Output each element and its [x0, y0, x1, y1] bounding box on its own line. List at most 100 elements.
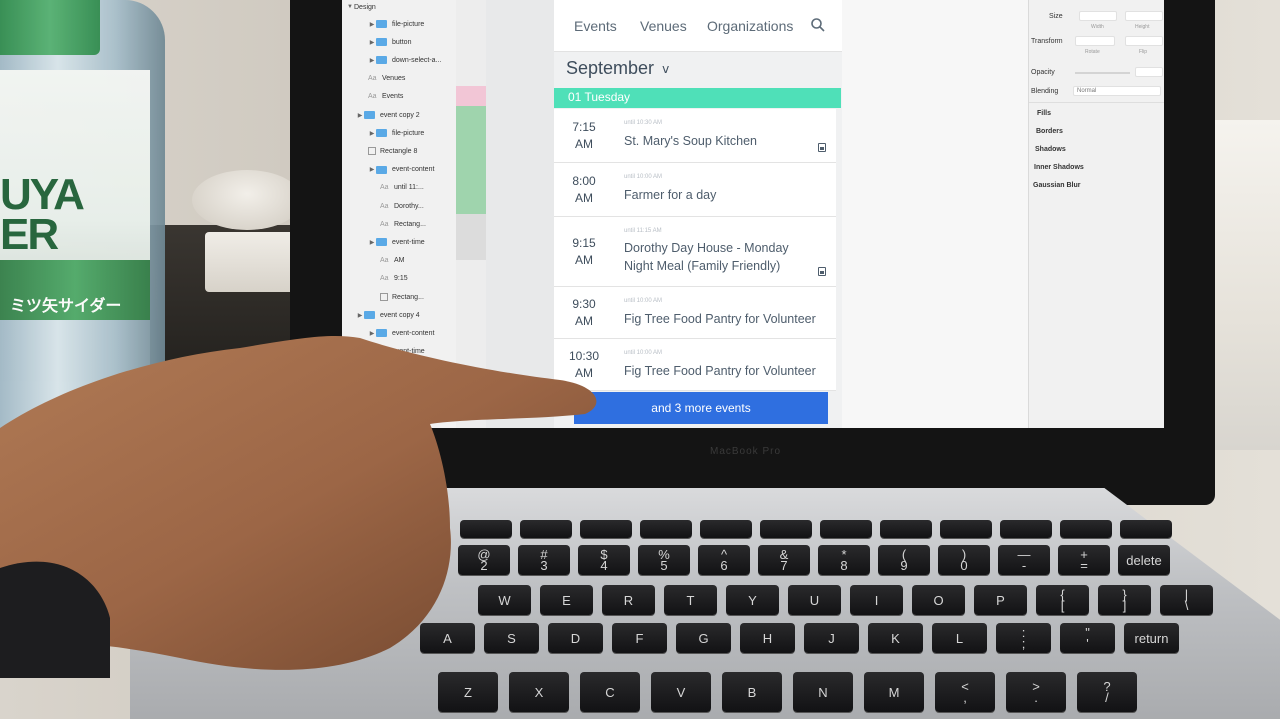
keyboard-key[interactable]: I	[850, 585, 903, 615]
keyboard-key[interactable]	[520, 520, 572, 538]
layer-row[interactable]: ▶ event-content	[368, 163, 434, 177]
keyboard-key[interactable]	[940, 520, 992, 538]
rotate-field[interactable]	[1075, 36, 1115, 46]
keyboard-key[interactable]: W	[478, 585, 531, 615]
keyboard-key[interactable]: O	[912, 585, 965, 615]
keyboard-key[interactable]	[820, 520, 872, 538]
opacity-field[interactable]	[1135, 67, 1163, 77]
keyboard-key[interactable]: — -	[998, 545, 1050, 575]
keyboard-key[interactable]: R	[602, 585, 655, 615]
inspector-section[interactable]: Gaussian Blur	[1033, 182, 1080, 189]
keyboard-key[interactable]	[460, 520, 512, 538]
layer-row[interactable]: ▶ event copy 2	[356, 108, 420, 122]
inspector-section[interactable]: Fills	[1037, 110, 1051, 117]
layer-row[interactable]: ▶ event-time	[368, 345, 425, 359]
disclosure-icon[interactable]: ▶	[368, 348, 376, 355]
month-selector[interactable]: September v	[566, 58, 669, 79]
layer-row[interactable]: ▶ button	[368, 35, 411, 49]
event-card[interactable]: 8:00 AM until 10:00 AM Farmer for a day	[554, 163, 836, 217]
layer-row[interactable]: ▶ file-picture	[368, 126, 424, 140]
disclosure-icon[interactable]: ▶	[368, 130, 376, 137]
inspector-section[interactable]: Borders	[1036, 128, 1063, 135]
keyboard-key[interactable]	[1060, 520, 1112, 538]
keyboard-key[interactable]: Y	[726, 585, 779, 615]
layer-root[interactable]: ▼ Design	[346, 0, 376, 14]
keyboard-key[interactable]	[1000, 520, 1052, 538]
keyboard-key[interactable]: % 5	[638, 545, 690, 575]
disclosure-icon[interactable]: ▶	[368, 239, 376, 246]
event-card[interactable]: 9:15 AM until 11:15 AM Dorothy Day House - …	[554, 217, 836, 287]
layer-row[interactable]: Aa until 11:...	[380, 181, 424, 195]
keyboard-key[interactable]: E	[540, 585, 593, 615]
keyboard-key[interactable]: ( 9	[878, 545, 930, 575]
keyboard-key[interactable]: > .	[1006, 672, 1066, 712]
keyboard-key[interactable]	[760, 520, 812, 538]
layer-row[interactable]: ▶ event-content	[368, 326, 434, 340]
layer-row[interactable]: ▶ event copy 4	[356, 308, 420, 322]
keyboard-key[interactable]: return	[1124, 623, 1179, 653]
keyboard-key[interactable]: F	[612, 623, 667, 653]
layer-row[interactable]: Aa Dorothy...	[380, 199, 424, 213]
disclosure-icon[interactable]: ▶	[368, 330, 376, 337]
keyboard-key[interactable]	[1120, 520, 1172, 538]
keyboard-key[interactable]: ^ 6	[698, 545, 750, 575]
keyboard-key[interactable]: { [	[1036, 585, 1089, 615]
keyboard-key[interactable]: @ 2	[458, 545, 510, 575]
keyboard-key[interactable]: B	[722, 672, 782, 712]
inspector-section[interactable]: Shadows	[1035, 146, 1066, 153]
keyboard-key[interactable]: | \	[1160, 585, 1213, 615]
keyboard-key[interactable]: * 8	[818, 545, 870, 575]
blending-select[interactable]: Normal	[1073, 86, 1161, 96]
nav-organizations[interactable]: Organizations	[707, 18, 793, 34]
keyboard-key[interactable]: + =	[1058, 545, 1110, 575]
keyboard-key[interactable]: Z	[438, 672, 498, 712]
keyboard-key[interactable]: S	[484, 623, 539, 653]
keyboard-key[interactable]: $ 4	[578, 545, 630, 575]
inspector-section[interactable]: Inner Shadows	[1034, 164, 1084, 171]
nav-venues[interactable]: Venues	[640, 18, 687, 34]
keyboard-key[interactable]: H	[740, 623, 795, 653]
layer-row[interactable]: ▶ file-picture	[368, 17, 424, 31]
keyboard-key[interactable]: D	[548, 623, 603, 653]
layer-row[interactable]: Rectang...	[380, 290, 424, 304]
keyboard-key[interactable]: ) 0	[938, 545, 990, 575]
layer-row[interactable]: ▶ down-select-a...	[368, 53, 441, 67]
keyboard-key[interactable]: C	[580, 672, 640, 712]
keyboard-key[interactable]: U	[788, 585, 841, 615]
keyboard-key[interactable]: < ,	[935, 672, 995, 712]
disclosure-icon[interactable]: ▶	[368, 39, 376, 46]
flip-field[interactable]	[1125, 36, 1163, 46]
keyboard-key[interactable]: V	[651, 672, 711, 712]
keyboard-key[interactable]: & 7	[758, 545, 810, 575]
keyboard-key[interactable]: N	[793, 672, 853, 712]
search-icon[interactable]	[810, 17, 826, 33]
keyboard-key[interactable]: ? /	[1077, 672, 1137, 712]
layer-row[interactable]: Aa AM	[380, 254, 405, 268]
keyboard-key[interactable]: L	[932, 623, 987, 653]
disclosure-icon[interactable]: ▶	[368, 166, 376, 173]
keyboard-key[interactable]: } ]	[1098, 585, 1151, 615]
keyboard-key[interactable]: A	[420, 623, 475, 653]
keyboard-key[interactable]	[640, 520, 692, 538]
opacity-slider[interactable]	[1075, 72, 1130, 74]
keyboard-key[interactable]: M	[864, 672, 924, 712]
event-card[interactable]: 7:15 AM until 10:30 AM St. Mary's Soup Kitc…	[554, 109, 836, 163]
keyboard-key[interactable]: P	[974, 585, 1027, 615]
event-card[interactable]: 10:30 AM until 10:00 AM Fig Tree Food Pantr…	[554, 339, 836, 391]
keyboard-key[interactable]: " '	[1060, 623, 1115, 653]
layer-row[interactable]: Aa 9:15	[380, 272, 408, 286]
layer-row[interactable]: ▶ event-time	[368, 235, 425, 249]
keyboard-key[interactable]: G	[676, 623, 731, 653]
height-field[interactable]	[1125, 11, 1163, 21]
keyboard-key[interactable]: X	[509, 672, 569, 712]
keyboard-key[interactable]: # 3	[518, 545, 570, 575]
keyboard-key[interactable]: delete	[1118, 545, 1170, 575]
keyboard-key[interactable]: T	[664, 585, 717, 615]
keyboard-key[interactable]: K	[868, 623, 923, 653]
keyboard-key[interactable]: J	[804, 623, 859, 653]
layer-row[interactable]: Rectangle 8	[368, 144, 417, 158]
layer-row[interactable]: Aa Venues	[368, 72, 405, 86]
keyboard-key[interactable]	[580, 520, 632, 538]
keyboard-key[interactable]: : ;	[996, 623, 1051, 653]
layer-row[interactable]: Aa Events	[368, 90, 403, 104]
